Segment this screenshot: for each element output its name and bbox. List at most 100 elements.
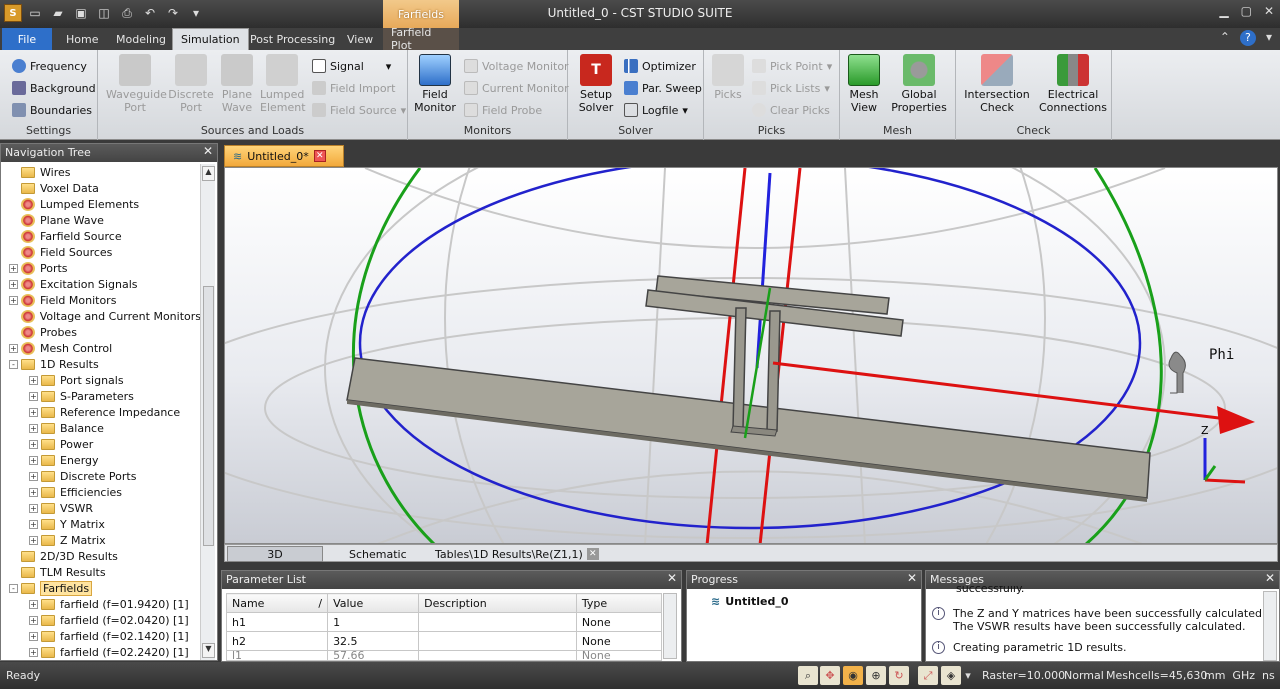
col-description[interactable]: Description: [418, 593, 577, 613]
waveguide-port-button[interactable]: Waveguide Port: [106, 54, 167, 114]
spin-icon[interactable]: ↻: [889, 666, 909, 685]
background-button[interactable]: Background: [12, 78, 96, 98]
close-tab-icon[interactable]: ✕: [313, 150, 326, 162]
tab-table-re-z11[interactable]: Tables\1D Results\Re(Z1,1) ✕: [435, 546, 599, 562]
tree-item[interactable]: + Discrete Ports: [1, 468, 201, 484]
collapse-icon[interactable]: -: [9, 583, 18, 593]
expand-icon[interactable]: +: [29, 375, 38, 385]
tab-simulation[interactable]: Simulation: [172, 28, 249, 50]
tab-view[interactable]: View: [339, 28, 381, 50]
tree-item[interactable]: + Efficiencies: [1, 484, 201, 500]
tree-item[interactable]: + Port signals: [1, 372, 201, 388]
tree-item[interactable]: + Y Matrix: [1, 516, 201, 532]
progress-item[interactable]: ≋ Untitled_0: [711, 595, 789, 608]
pick-point-button[interactable]: Pick Point ▾: [752, 56, 832, 76]
expand-icon[interactable]: +: [29, 615, 38, 625]
collapse-icon[interactable]: -: [9, 359, 18, 369]
expand-icon[interactable]: +: [29, 455, 38, 465]
scroll-thumb[interactable]: [203, 286, 214, 546]
field-import-button[interactable]: Field Import: [312, 78, 395, 98]
tree-item[interactable]: Field Sources: [1, 244, 201, 260]
tree-item[interactable]: + Field Monitors: [1, 292, 201, 308]
tree-item[interactable]: + Z Matrix: [1, 532, 201, 548]
current-monitor-button[interactable]: Current Monitor: [464, 78, 569, 98]
clear-picks-button[interactable]: Clear Picks: [752, 100, 830, 120]
expand-icon[interactable]: +: [29, 439, 38, 449]
col-value[interactable]: Value: [327, 593, 420, 613]
expand-icon[interactable]: +: [9, 279, 18, 289]
expand-icon[interactable]: +: [29, 471, 38, 481]
voltage-monitor-button[interactable]: Voltage Monitor: [464, 56, 569, 76]
tab-3d[interactable]: 3D: [227, 546, 323, 562]
mesh-view-button[interactable]: Mesh View: [846, 54, 882, 114]
lumped-element-button[interactable]: Lumped Element: [260, 54, 306, 114]
tree-item[interactable]: - 1D Results: [1, 356, 201, 372]
tree-item[interactable]: + Excitation Signals: [1, 276, 201, 292]
tree-item[interactable]: Plane Wave: [1, 212, 201, 228]
fit-view-icon[interactable]: ⤢: [918, 666, 938, 685]
expand-icon[interactable]: +: [9, 263, 18, 273]
tree-item[interactable]: Farfield Source: [1, 228, 201, 244]
tab-post-processing[interactable]: Post Processing: [242, 28, 343, 50]
electrical-connections-button[interactable]: Electrical Connections: [1036, 54, 1110, 114]
tree-item[interactable]: + farfield (f=02.1420) [1]: [1, 628, 201, 644]
tab-home[interactable]: Home: [58, 28, 106, 50]
expand-icon[interactable]: +: [9, 295, 18, 305]
setup-solver-button[interactable]: T Setup Solver: [578, 54, 614, 114]
close-panel-icon[interactable]: ✕: [907, 571, 917, 585]
table-row[interactable]: h2 32.5 None: [225, 631, 663, 651]
close-tab-icon[interactable]: ✕: [586, 548, 599, 560]
pan-icon[interactable]: ✥: [820, 666, 840, 685]
tree-item[interactable]: + Energy: [1, 452, 201, 468]
picks-button[interactable]: Picks: [710, 54, 746, 101]
tree-item[interactable]: + Balance: [1, 420, 201, 436]
boundaries-button[interactable]: Boundaries: [12, 100, 92, 120]
maximize-icon[interactable]: ▢: [1241, 4, 1252, 18]
expand-icon[interactable]: +: [29, 535, 38, 545]
expand-icon[interactable]: +: [29, 503, 38, 513]
tree-item[interactable]: TLM Results: [1, 564, 201, 580]
tree-item[interactable]: Lumped Elements: [1, 196, 201, 212]
expand-icon[interactable]: +: [9, 343, 18, 353]
parameter-scrollbar[interactable]: [663, 593, 677, 659]
intersection-check-button[interactable]: Intersection Check: [962, 54, 1032, 114]
field-monitor-button[interactable]: Field Monitor: [414, 54, 456, 114]
pick-lists-button[interactable]: Pick Lists ▾: [752, 78, 830, 98]
discrete-port-button[interactable]: Discrete Port: [168, 54, 214, 114]
scroll-up-icon[interactable]: ▲: [202, 166, 215, 181]
close-panel-icon[interactable]: ✕: [203, 144, 213, 158]
rotate-icon[interactable]: ◉: [843, 666, 863, 685]
tree-item[interactable]: Voltage and Current Monitors: [1, 308, 201, 324]
document-tab[interactable]: ≋ Untitled_0* ✕: [224, 145, 344, 167]
tree-item[interactable]: Wires: [1, 164, 201, 180]
tree-item[interactable]: - Farfields: [1, 580, 201, 596]
col-type[interactable]: Type: [575, 593, 663, 613]
expand-icon[interactable]: +: [29, 647, 38, 657]
tree-item[interactable]: + Mesh Control: [1, 340, 201, 356]
expand-icon[interactable]: +: [29, 631, 38, 641]
tree-item[interactable]: + S-Parameters: [1, 388, 201, 404]
zoom-icon[interactable]: ⌕: [798, 666, 818, 685]
close-panel-icon[interactable]: ✕: [667, 571, 677, 585]
plane-wave-button[interactable]: Plane Wave: [216, 54, 258, 114]
table-row[interactable]: h1 1 None: [225, 612, 663, 632]
col-name[interactable]: Name /: [225, 593, 329, 613]
tab-schematic[interactable]: Schematic: [349, 546, 407, 562]
frequency-button[interactable]: Frequency: [12, 56, 87, 76]
close-icon[interactable]: ✕: [1264, 4, 1274, 18]
tree-item[interactable]: Voxel Data: [1, 180, 201, 196]
messages-scrollbar[interactable]: [1263, 591, 1277, 661]
view-cube-icon[interactable]: ◈: [941, 666, 961, 685]
tree-item[interactable]: + Reference Impedance: [1, 404, 201, 420]
zoom-in-icon[interactable]: ⊕: [866, 666, 886, 685]
tree-item[interactable]: + farfield (f=02.0420) [1]: [1, 612, 201, 628]
3d-viewport[interactable]: Phi Z: [224, 167, 1278, 544]
signal-button[interactable]: Signal ▾: [312, 56, 391, 76]
minimize-icon[interactable]: ▁: [1219, 4, 1228, 18]
expand-icon[interactable]: +: [29, 391, 38, 401]
tree-item[interactable]: 2D/3D Results: [1, 548, 201, 564]
expand-icon[interactable]: +: [29, 599, 38, 609]
message-item[interactable]: i Creating parametric 1D results.: [932, 641, 1127, 654]
optimizer-button[interactable]: Optimizer: [624, 56, 696, 76]
close-panel-icon[interactable]: ✕: [1265, 571, 1275, 585]
